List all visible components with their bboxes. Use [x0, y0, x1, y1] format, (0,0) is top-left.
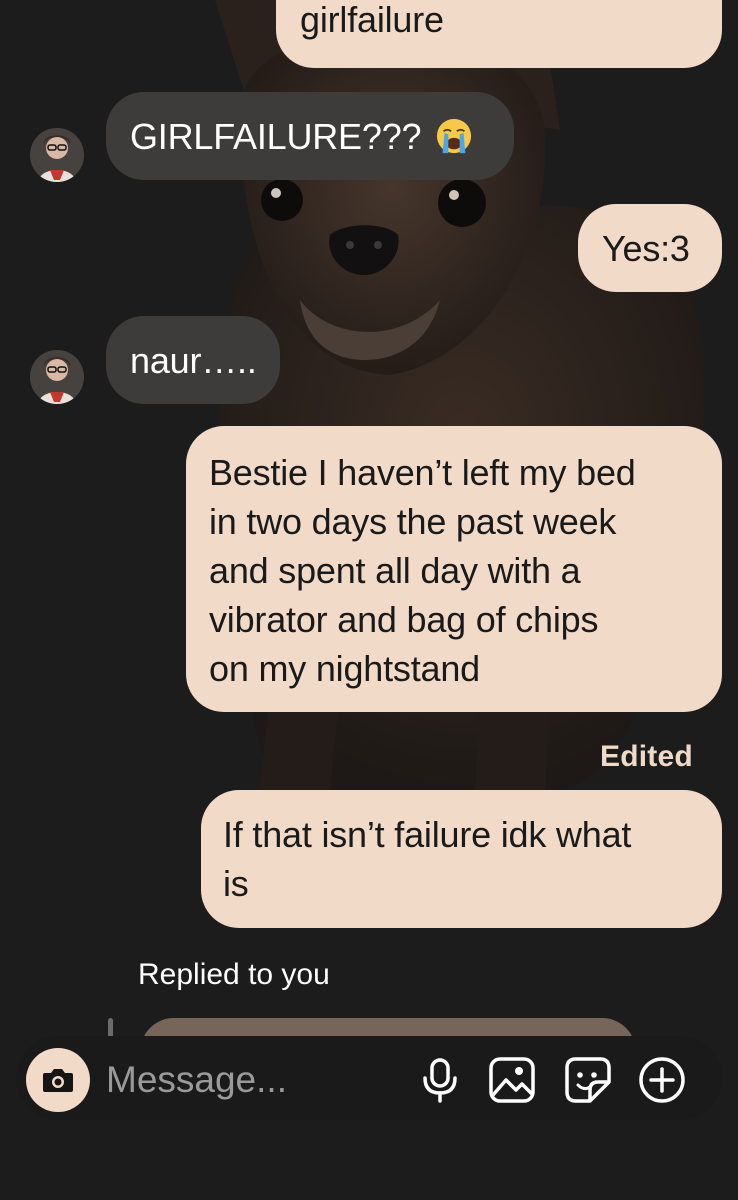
camera-button[interactable] — [26, 1048, 90, 1112]
message-line: vibrator and bag of chips — [209, 599, 599, 640]
message-line: is — [223, 863, 249, 904]
microphone-icon[interactable] — [414, 1054, 466, 1106]
message-text: Yes:3 — [602, 228, 690, 269]
message-line: If that isn’t failure idk what — [223, 814, 632, 855]
outgoing-message[interactable]: girlfailure — [276, 0, 722, 68]
message-line: Bestie I haven’t left my bed — [209, 452, 636, 493]
outgoing-message[interactable]: Yes:3 — [578, 204, 722, 292]
message-line: and spent all day with a — [209, 550, 581, 591]
outgoing-message[interactable]: If that isn’t failure idk what is — [201, 790, 722, 928]
incoming-message[interactable]: GIRLFAILURE??? — [106, 92, 514, 180]
camera-icon — [43, 1069, 73, 1092]
sticker-icon[interactable] — [562, 1054, 614, 1106]
outgoing-message[interactable]: Bestie I haven’t left my bed in two days… — [186, 426, 722, 712]
replied-to-you-label: Replied to you — [138, 958, 330, 991]
avatar-photo — [30, 350, 84, 404]
add-icon[interactable] — [636, 1054, 688, 1106]
chat-screen: girlfailure GIRLFAILURE??? Yes:3 naur…..… — [0, 0, 738, 1200]
message-text: girlfailure — [300, 0, 444, 40]
message-line: on my nightstand — [209, 648, 480, 689]
contact-avatar[interactable] — [30, 350, 84, 404]
message-text: naur….. — [130, 340, 257, 381]
message-line: in two days the past week — [209, 501, 617, 542]
contact-avatar[interactable] — [30, 128, 84, 182]
avatar-photo — [30, 128, 84, 182]
loudly-crying-face-icon — [437, 118, 472, 154]
message-text: GIRLFAILURE??? — [130, 116, 422, 157]
edited-label: Edited — [600, 740, 693, 773]
message-input[interactable] — [106, 1050, 386, 1110]
gallery-icon[interactable] — [486, 1054, 538, 1106]
incoming-message[interactable]: naur….. — [106, 316, 280, 404]
